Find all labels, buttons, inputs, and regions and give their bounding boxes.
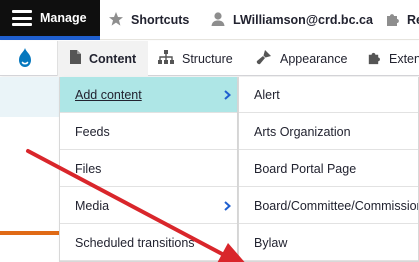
menu-item-scheduled-transitions[interactable]: Scheduled transitions <box>60 225 237 261</box>
more-toolbar-item[interactable]: Re <box>384 0 419 40</box>
menu-item-label: Feeds <box>75 124 110 139</box>
submenu-item-arts-organization[interactable]: Arts Organization <box>239 114 418 150</box>
star-icon <box>108 11 124 30</box>
tab-structure-label: Structure <box>182 51 233 66</box>
submenu-item-label: Board/Committee/Commission <box>254 198 418 213</box>
tab-structure[interactable]: Structure <box>148 41 233 76</box>
brush-icon <box>256 49 272 68</box>
drupal-logo-icon[interactable] <box>10 46 40 71</box>
puzzle-icon <box>384 11 400 30</box>
submenu-item-bylaw[interactable]: Bylaw <box>239 225 418 261</box>
more-label: Re <box>407 13 419 27</box>
submenu-item-board-portal-page[interactable]: Board Portal Page <box>239 151 418 187</box>
page-body <box>0 117 60 262</box>
menu-item-label: Add content <box>75 87 142 102</box>
submenu-item-label: Alert <box>254 87 280 102</box>
shortcuts-label: Shortcuts <box>131 13 190 27</box>
menu-item-files[interactable]: Files <box>60 151 237 187</box>
shortcuts-button[interactable]: Shortcuts <box>108 0 189 40</box>
tab-appearance-label: Appearance <box>280 51 348 66</box>
content-menu: Add content Feeds Files Media Scheduled … <box>59 77 238 262</box>
tab-extend-label: Exten <box>389 51 419 66</box>
tab-content-label: Content <box>89 51 137 66</box>
manage-label: Manage <box>40 11 87 25</box>
manage-button[interactable]: Manage <box>0 0 100 40</box>
page-accent-rule <box>0 231 60 235</box>
hamburger-icon <box>12 10 32 26</box>
admin-toolbar: Manage Shortcuts LWilliamson@crd.bc.ca R… <box>0 0 419 40</box>
puzzle-icon <box>366 50 381 68</box>
add-content-submenu: Alert Arts Organization Board Portal Pag… <box>238 77 419 262</box>
chevron-right-icon <box>224 90 231 100</box>
page-header-band <box>0 77 60 117</box>
file-icon <box>70 50 81 67</box>
tab-extend[interactable]: Exten <box>358 41 419 76</box>
user-label: LWilliamson@crd.bc.ca <box>233 13 373 27</box>
submenu-item-label: Board Portal Page <box>254 161 357 176</box>
submenu-item-alert[interactable]: Alert <box>239 77 418 113</box>
menu-item-label: Files <box>75 161 102 176</box>
submenu-item-label: Bylaw <box>254 235 288 250</box>
menu-item-label: Media <box>75 198 110 213</box>
submenu-item-label: Arts Organization <box>254 124 351 139</box>
user-icon <box>210 11 226 30</box>
menu-item-media[interactable]: Media <box>60 188 237 224</box>
menu-item-add-content[interactable]: Add content <box>60 77 237 113</box>
submenu-item-board-committee-commission[interactable]: Board/Committee/Commission <box>239 188 418 224</box>
chevron-right-icon <box>224 201 231 211</box>
admin-tray: Content Structure Appearance Exten <box>0 41 419 76</box>
user-account-button[interactable]: LWilliamson@crd.bc.ca <box>210 0 373 40</box>
tab-content[interactable]: Content <box>58 41 149 76</box>
tab-appearance[interactable]: Appearance <box>248 41 347 76</box>
structure-icon <box>158 50 174 67</box>
menu-item-label: Scheduled transitions <box>75 235 195 250</box>
menu-item-feeds[interactable]: Feeds <box>60 114 237 150</box>
